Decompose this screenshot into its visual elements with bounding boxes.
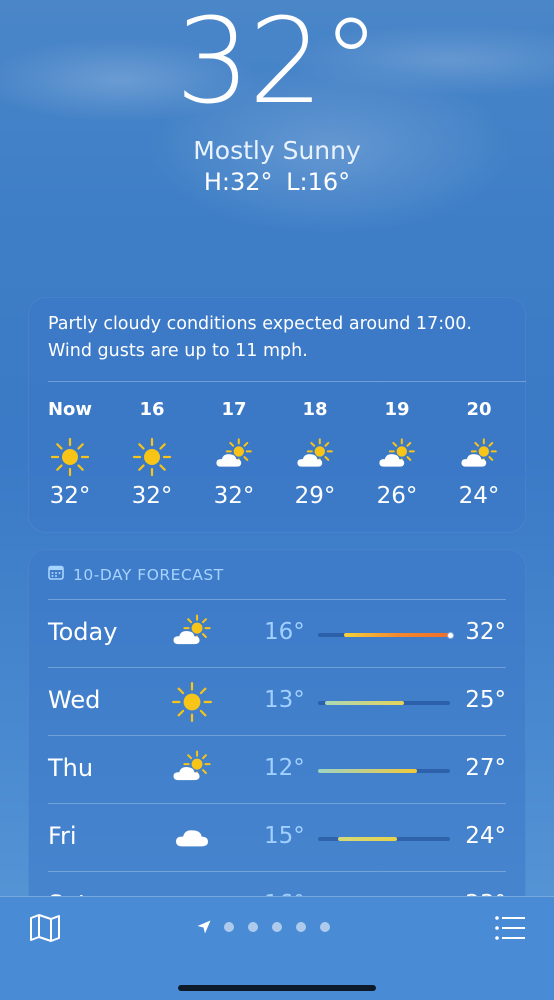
partly-cloudy-icon [357,435,437,479]
page-dot[interactable] [272,922,282,932]
temperature-range-fill [318,769,417,773]
day-label: Today [48,618,118,646]
current-condition: Mostly Sunny [193,136,361,165]
high-temperature: 24° [465,823,506,849]
page-indicator[interactable] [196,919,344,935]
page-dot[interactable] [296,922,306,932]
divider [48,381,526,382]
list-icon[interactable] [494,915,526,941]
sun-icon [30,435,110,479]
day-label: Thu [48,754,94,782]
map-icon[interactable] [28,913,62,943]
page-dot[interactable] [248,922,258,932]
forecast-header: 10-DAY FORECAST [48,565,224,584]
hourly-item: 19 26° [357,397,437,509]
temperature-range-bar [318,769,450,773]
forecast-row[interactable]: Thu 12° 27° [28,736,526,804]
forecast-title: 10-DAY FORECAST [73,565,224,584]
hour-temperature: 24° [458,483,500,509]
sun-icon [112,435,192,479]
cloud-icon [170,816,214,860]
ten-day-forecast-card[interactable]: 10-DAY FORECAST Today 16° 32° Wed 13° 25° Thu 1… [28,549,526,949]
location-arrow-icon[interactable] [196,919,212,935]
hour-label: Now [47,399,93,420]
calendar-icon [48,565,64,584]
temperature-range-fill [324,701,404,705]
hour-label: 16 [139,399,165,420]
low-temperature: 13° [264,687,305,713]
hour-temperature: 32° [49,483,91,509]
hour-temperature: 32° [213,483,255,509]
partly-cloudy-icon [170,612,214,656]
hour-temperature: 26° [376,483,418,509]
temperature-range-fill [337,837,398,841]
high-temperature: 25° [465,687,506,713]
hourly-item: 16 32° [112,397,192,509]
hour-temperature: 29° [294,483,336,509]
hour-label: 19 [384,399,410,420]
current-temperature-marker [446,631,454,639]
bottom-toolbar [0,896,554,1000]
low-temperature: 15° [264,823,305,849]
home-indicator [178,985,376,991]
page-dot[interactable] [320,922,330,932]
partly-cloudy-icon [439,435,519,479]
hour-label: 20 [466,399,492,420]
partly-cloudy-icon [170,748,214,792]
temperature-range-fill [344,633,450,637]
hourly-item: 18 29° [275,397,355,509]
forecast-row[interactable]: Today 16° 32° [28,600,526,668]
high-temperature: 27° [465,755,506,781]
forecast-row[interactable]: Wed 13° 25° [28,668,526,736]
temperature-range-bar [318,701,450,705]
current-temperature: 32° [175,0,380,130]
hour-label: 17 [221,399,247,420]
low-temperature: 16° [264,619,305,645]
temperature-range-bar [318,837,450,841]
hour-label: 18 [302,399,328,420]
low-temperature: 12° [264,755,305,781]
partly-cloudy-icon [275,435,355,479]
day-label: Fri [48,822,77,850]
hourly-item: 20 24° [439,397,519,509]
hourly-item: Now 32° [30,397,110,509]
partly-cloudy-icon [194,435,274,479]
page-dot[interactable] [224,922,234,932]
day-label: Wed [48,686,101,714]
hour-temperature: 32° [131,483,173,509]
sun-icon [170,680,214,724]
hourly-forecast-card[interactable]: Partly cloudy conditions expected around… [28,297,526,533]
temperature-range-bar [318,631,454,639]
hourly-item: 17 32° [194,397,274,509]
forecast-row[interactable]: Fri 15° 24° [28,804,526,872]
high-temperature: 32° [465,619,506,645]
high-low-temperature: H:32° L:16° [203,168,351,196]
weather-summary: Partly cloudy conditions expected around… [48,314,472,361]
